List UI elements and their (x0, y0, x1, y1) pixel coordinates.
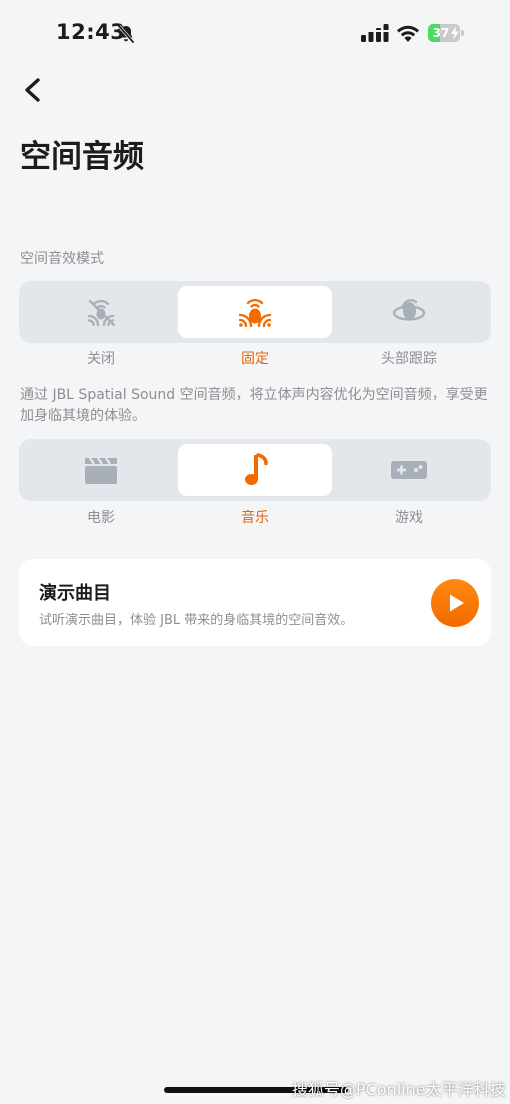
mode-label-head-tracking: 头部跟踪 (381, 351, 437, 367)
play-button[interactable] (431, 579, 479, 627)
section-label-spatial-mode: 空间音效模式 (20, 251, 104, 267)
spatial-mode-segmented-control (19, 281, 491, 343)
chevron-left-icon[interactable] (18, 72, 50, 108)
content-label-music: 音乐 (241, 510, 269, 526)
demo-track-subtitle: 试听演示曲目，体验 JBL 带来的身临其境的空间音效。 (39, 613, 354, 628)
content-option-movie[interactable] (24, 444, 178, 496)
head-tracking-icon (392, 299, 426, 321)
bell-slash-icon (117, 24, 135, 44)
mode-option-head-tracking[interactable] (332, 286, 486, 338)
watermark: 搜狐号@PConline太平洋科技 (292, 1080, 506, 1099)
mode-option-off[interactable] (24, 286, 178, 338)
status-time: 12:43 (56, 20, 126, 44)
signal-icon (361, 24, 389, 42)
mode-label-fixed: 固定 (241, 351, 269, 367)
mode-label-off: 关闭 (87, 351, 115, 367)
content-label-game: 游戏 (395, 510, 423, 526)
page-title: 空间音频 (20, 139, 144, 175)
demo-track-card[interactable]: 演示曲目 试听演示曲目，体验 JBL 带来的身临其境的空间音效。 (19, 559, 491, 646)
status-bar: 12:43 37 (0, 0, 510, 70)
content-type-segmented-control (19, 439, 491, 501)
mode-option-fixed[interactable] (178, 286, 332, 338)
music-note-icon (245, 453, 268, 485)
play-icon (450, 594, 464, 612)
battery-icon: 37 (428, 24, 464, 42)
demo-track-title: 演示曲目 (39, 583, 111, 604)
wifi-icon (397, 25, 419, 42)
gamepad-icon (391, 461, 427, 479)
content-option-game[interactable] (332, 444, 486, 496)
spatial-description: 通过 JBL Spatial Sound 空间音频，将立体声内容优化为空间音频，… (20, 387, 488, 424)
charging-bolt-icon (451, 26, 459, 40)
spatial-fixed-icon (238, 299, 272, 328)
content-label-movie: 电影 (87, 510, 115, 526)
spatial-off-icon (87, 299, 116, 327)
content-option-music[interactable] (178, 444, 332, 496)
clapperboard-icon (85, 457, 117, 484)
